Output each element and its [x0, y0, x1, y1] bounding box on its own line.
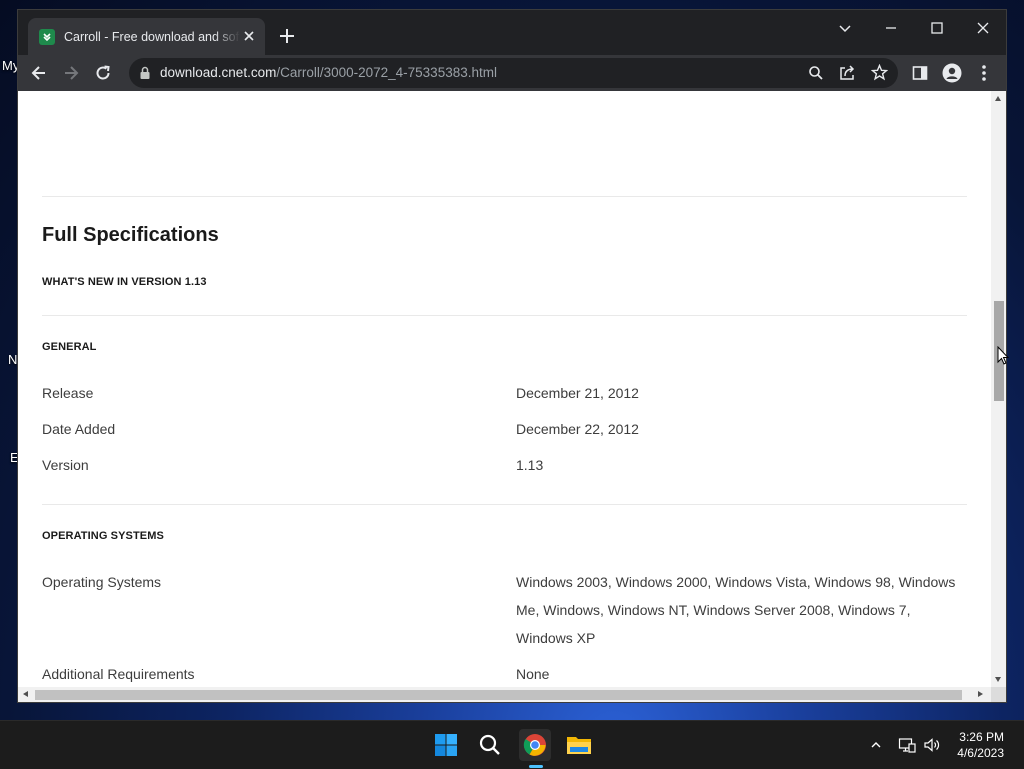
scroll-down-arrow-icon[interactable] [995, 677, 1001, 682]
tab-title: Carroll - Free download and software [64, 29, 240, 44]
new-tab-icon[interactable] [278, 27, 296, 45]
horizontal-scroll-thumb[interactable] [35, 690, 962, 700]
spec-value-version: 1.13 [516, 457, 544, 473]
clock-date: 4/6/2023 [957, 746, 1004, 760]
system-clock[interactable]: 3:26 PM 4/6/2023 [957, 729, 1004, 761]
clock-time: 3:26 PM [959, 730, 1004, 744]
mouse-cursor-icon [997, 345, 1010, 371]
chrome-taskbar-icon[interactable] [519, 729, 551, 761]
desktop-icon-label[interactable]: My [2, 58, 19, 73]
whats-new-heading[interactable]: WHAT'S NEW IN VERSION 1.13 [42, 276, 207, 288]
spec-value-date-added: December 22, 2012 [516, 421, 639, 437]
spec-value-operating-systems: Windows 2003, Windows 2000, Windows Vist… [516, 574, 956, 646]
network-icon[interactable] [897, 735, 917, 755]
url-text[interactable]: download.cnet.com/Carroll/3000-2072_4-75… [160, 65, 497, 80]
address-bar[interactable]: download.cnet.com/Carroll/3000-2072_4-75… [129, 58, 898, 88]
bookmark-star-icon[interactable] [870, 63, 889, 86]
general-heading: GENERAL [42, 341, 97, 353]
more-menu-icon[interactable] [972, 61, 996, 85]
spec-value-release: December 21, 2012 [516, 385, 639, 401]
lock-icon[interactable] [139, 66, 151, 85]
close-window-icon[interactable] [969, 18, 997, 38]
page-title: Full Specifications [42, 224, 219, 246]
desktop-icon-label[interactable]: N [8, 352, 17, 367]
forward-icon[interactable] [59, 61, 83, 85]
scroll-right-arrow-icon[interactable] [978, 691, 983, 697]
divider [42, 315, 967, 316]
url-path: /Carroll/3000-2072_4-75335383.html [276, 65, 497, 80]
url-host: download.cnet.com [160, 65, 277, 80]
cnet-download-favicon-icon [39, 28, 55, 45]
scrollbar-corner [991, 687, 1006, 702]
tab-close-icon[interactable] [241, 28, 257, 44]
vertical-scrollbar[interactable] [991, 91, 1006, 688]
chevron-up-icon[interactable] [866, 735, 886, 755]
search-icon[interactable] [808, 65, 824, 86]
tab-strip: Carroll - Free download and software [18, 10, 1006, 55]
tab-search-chevron-icon[interactable] [831, 18, 859, 38]
horizontal-scrollbar[interactable] [18, 687, 991, 702]
divider [42, 196, 967, 197]
spec-value-additional-requirements: None [516, 666, 550, 682]
scroll-up-arrow-icon[interactable] [995, 96, 1001, 101]
tab-carroll[interactable]: Carroll - Free download and software [28, 18, 265, 55]
start-windows-icon[interactable] [430, 729, 462, 761]
volume-icon[interactable] [922, 735, 942, 755]
spec-label-version: Version [42, 457, 89, 473]
maximize-icon[interactable] [923, 18, 951, 38]
search-icon[interactable] [474, 729, 506, 761]
share-icon[interactable] [839, 65, 856, 86]
file-explorer-icon[interactable] [563, 729, 595, 761]
taskbar: 3:26 PM 4/6/2023 [0, 720, 1024, 769]
operating-systems-heading: OPERATING SYSTEMS [42, 530, 164, 542]
scroll-left-arrow-icon[interactable] [23, 691, 28, 697]
side-panel-icon[interactable] [908, 61, 932, 85]
page-viewport: Full Specifications WHAT'S NEW IN VERSIO… [18, 91, 1006, 702]
back-icon[interactable] [27, 61, 51, 85]
browser-window: Carroll - Free download and software [18, 10, 1006, 702]
spec-label-release: Release [42, 385, 94, 401]
minimize-icon[interactable] [877, 18, 905, 38]
spec-label-additional-requirements: Additional Requirements [42, 666, 195, 682]
divider [42, 504, 967, 505]
spec-label-operating-systems: Operating Systems [42, 574, 162, 590]
browser-toolbar: download.cnet.com/Carroll/3000-2072_4-75… [18, 55, 1006, 91]
reload-icon[interactable] [91, 61, 115, 85]
profile-avatar-icon[interactable] [940, 61, 964, 85]
spec-label-date-added: Date Added [42, 421, 116, 437]
